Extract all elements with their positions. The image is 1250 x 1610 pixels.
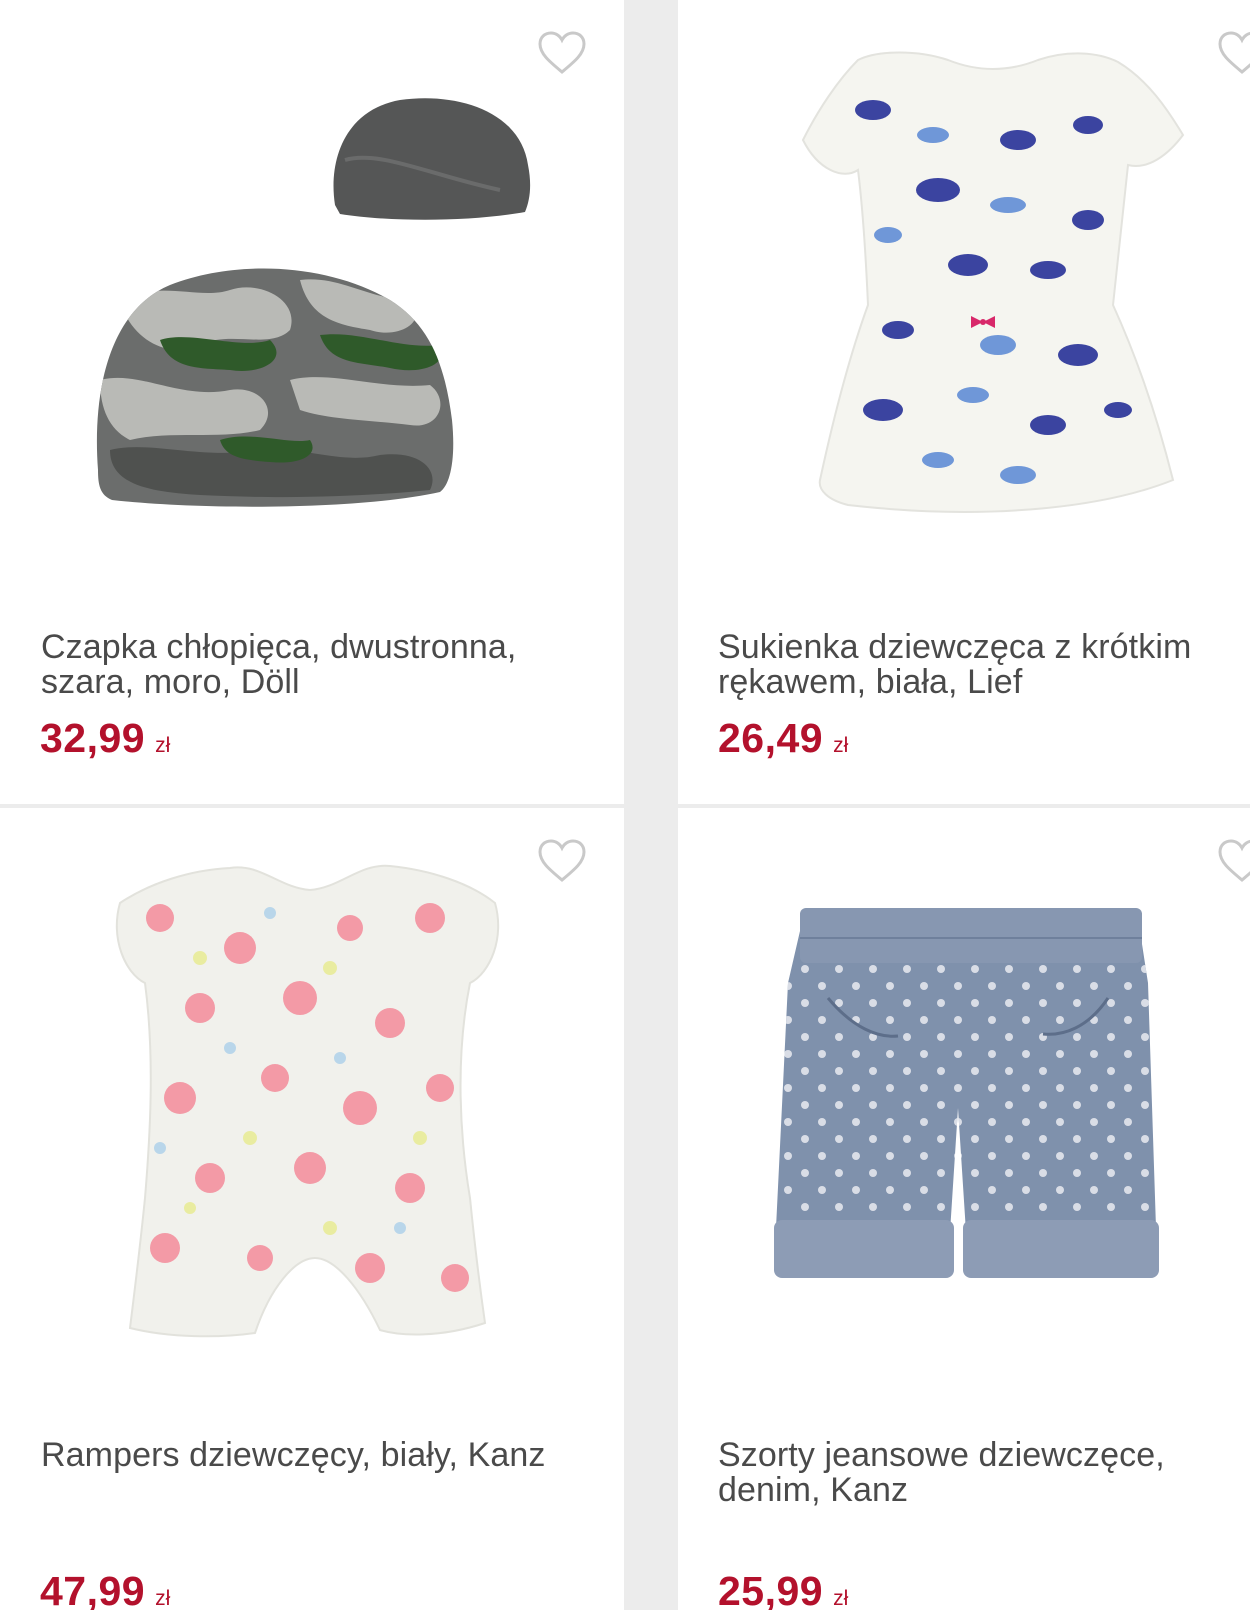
- product-card[interactable]: Sukienka dziewczęca z krótkim rękawem, b…: [678, 0, 1250, 804]
- product-card[interactable]: Czapka chłopięca, dwustronna, szara, mor…: [0, 0, 624, 804]
- product-title[interactable]: Sukienka dziewczęca z krótkim rękawem, b…: [718, 630, 1238, 700]
- product-card[interactable]: Szorty jeansowe dziewczęce, denim, Kanz …: [678, 808, 1250, 1610]
- price-currency: zł: [833, 1587, 849, 1610]
- price-amount: 32,99: [40, 715, 146, 761]
- price-amount: 47,99: [40, 1568, 146, 1610]
- price-amount: 25,99: [718, 1568, 824, 1610]
- product-image-fish-dress[interactable]: [678, 0, 1250, 590]
- heart-outline-icon[interactable]: [536, 838, 588, 884]
- heart-outline-icon[interactable]: [1216, 838, 1250, 884]
- heart-outline-icon[interactable]: [536, 30, 588, 76]
- product-price: 32,99 zł: [40, 715, 170, 762]
- product-image-denim-shorts[interactable]: [678, 808, 1250, 1398]
- price-currency: zł: [155, 734, 171, 757]
- price-amount: 26,49: [718, 715, 824, 761]
- product-price: 25,99 zł: [718, 1568, 848, 1610]
- product-price: 26,49 zł: [718, 715, 848, 762]
- product-image-floral-romper[interactable]: [0, 808, 624, 1398]
- product-title[interactable]: Szorty jeansowe dziewczęce, denim, Kanz: [718, 1438, 1238, 1508]
- product-image-beanie[interactable]: [0, 0, 624, 590]
- product-title[interactable]: Czapka chłopięca, dwustronna, szara, mor…: [41, 630, 561, 700]
- product-price: 47,99 zł: [40, 1568, 170, 1610]
- product-title[interactable]: Rampers dziewczęcy, biały, Kanz: [41, 1438, 561, 1473]
- price-currency: zł: [155, 1587, 171, 1610]
- heart-outline-icon[interactable]: [1216, 30, 1250, 76]
- price-currency: zł: [833, 734, 849, 757]
- product-card[interactable]: Rampers dziewczęcy, biały, Kanz 47,99 zł: [0, 808, 624, 1610]
